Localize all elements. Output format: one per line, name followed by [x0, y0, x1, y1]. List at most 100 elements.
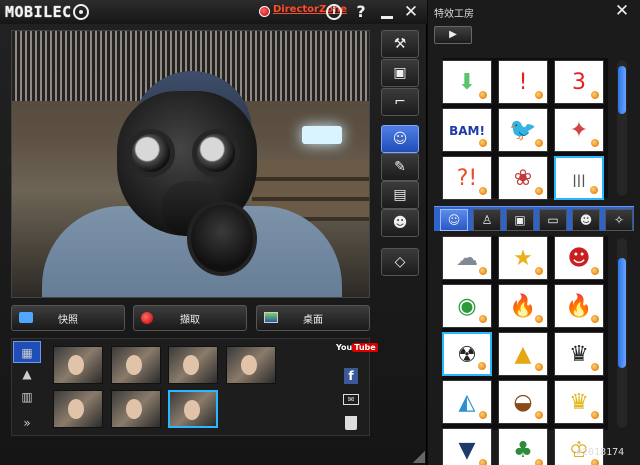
close-button[interactable]: ✕ — [402, 3, 420, 21]
effect-badge-icon — [590, 266, 600, 276]
snapshot-button[interactable]: 快照 — [11, 305, 125, 331]
effect-badge-icon — [478, 314, 488, 324]
effect-badge-icon — [478, 266, 488, 276]
youtube-share-button[interactable]: You Tube — [336, 343, 378, 352]
portrait-icon: ▲ — [22, 367, 32, 381]
question-marks-effect[interactable]: ?! — [442, 156, 492, 200]
flames-effect[interactable]: 🔥 — [554, 284, 604, 328]
resize-grip[interactable] — [413, 451, 425, 463]
effect-badge-icon — [478, 90, 488, 100]
avatar-effect-tool-button[interactable]: ☺ — [381, 125, 419, 153]
effect-category-tabs: ☺ ♙ ▣ ▭ ☻ ✧ — [434, 206, 634, 231]
effects-panel-close-button[interactable]: ✕ — [612, 0, 632, 22]
leaf-crown-effect[interactable]: ♣ — [498, 428, 548, 465]
scrollbar-thumb[interactable] — [618, 258, 626, 368]
effect-badge-icon — [478, 410, 488, 420]
cloud-effect[interactable]: ☁ — [442, 236, 492, 280]
video-filter-button[interactable]: ▥ — [13, 386, 41, 408]
gallery-thumbnail[interactable] — [168, 346, 218, 384]
effects-camera-button[interactable]: ▶ — [434, 26, 472, 44]
surveillance-tool-button[interactable]: ⌐ — [381, 88, 419, 116]
opera-house-effect[interactable]: ◭ — [442, 380, 492, 424]
info-icon[interactable]: i — [326, 4, 342, 20]
expand-icon: » — [23, 416, 31, 430]
help-button[interactable]: ? — [352, 3, 370, 21]
star-effect[interactable]: ★ — [498, 236, 548, 280]
fullscreen-tool-button[interactable]: ▣ — [381, 59, 419, 87]
background-light — [302, 126, 342, 144]
number-three-effect[interactable]: 3 — [554, 60, 604, 104]
eraser-tool-button[interactable]: ◇ — [381, 248, 419, 276]
gallery-thumbnail-selected[interactable] — [168, 390, 218, 428]
desktop-label: 桌面 — [303, 314, 323, 326]
effect-badge-icon — [477, 361, 487, 371]
sparkle-effect[interactable]: ✦ — [554, 108, 604, 152]
draw-tool-button[interactable]: ✎ — [381, 153, 419, 181]
bam-effect[interactable]: BAM! — [442, 108, 492, 152]
bird-effect[interactable]: 🐦 — [498, 108, 548, 152]
thumb-face — [126, 399, 142, 419]
portrait-filter-button[interactable]: ▲ — [13, 363, 41, 385]
mask-lens-right — [192, 129, 240, 177]
desktop-button[interactable]: 桌面 — [256, 305, 370, 331]
watermark: #2018174 — [576, 447, 625, 458]
gallery-thumbnail[interactable] — [226, 346, 276, 384]
exclamation-effect[interactable]: ! — [498, 60, 548, 104]
gallery-thumbnail[interactable] — [111, 346, 161, 384]
photos-filter-button[interactable]: ▦ — [13, 341, 41, 363]
effect-badge-icon — [478, 138, 488, 148]
camera-preview[interactable] — [11, 30, 370, 298]
effects-top-grid: ⬇! 3 BAM! 🐦 ✦?! ❀ ||| — [442, 58, 608, 200]
party-hat-effect[interactable]: ▲ — [498, 332, 548, 376]
effect-badge-icon — [590, 138, 600, 148]
emoticon-tab-icon[interactable]: ☻ — [572, 209, 600, 231]
thumb-face — [126, 355, 142, 375]
effect-badge-icon — [534, 266, 544, 276]
effect-badge-icon — [590, 458, 600, 465]
gallery-thumbnail[interactable] — [53, 346, 103, 384]
settings-tool-button[interactable]: ⚒ — [381, 30, 419, 58]
thumb-face — [183, 355, 199, 375]
effects-panel-title: 特效工房 — [434, 9, 474, 20]
effect-badge-icon — [534, 186, 544, 196]
gallery-thumbnail[interactable] — [111, 390, 161, 428]
email-share-button[interactable]: ✉ — [343, 394, 359, 405]
effects-top-scrollbar[interactable] — [617, 60, 627, 196]
camera-icon — [19, 312, 33, 323]
petals-effect[interactable]: ❀ — [498, 156, 548, 200]
expand-gallery-button[interactable]: » — [13, 412, 41, 434]
graduation-cap-effect[interactable]: ▼ — [442, 428, 492, 465]
fire-effect[interactable]: 🔥 — [498, 284, 548, 328]
effect-badge-icon — [590, 314, 600, 324]
crown-effect[interactable]: ♛ — [554, 380, 604, 424]
effect-badge-icon — [478, 458, 488, 465]
logo-text: MOBILEC — [5, 3, 72, 21]
static-lines-effect[interactable]: ||| — [554, 156, 604, 200]
police-cap-effect[interactable]: ♛ — [554, 332, 604, 376]
face-mask-tab-icon[interactable]: ☺ — [440, 209, 468, 231]
face-add-tool-button[interactable]: ☻ — [381, 209, 419, 237]
facebook-share-button[interactable]: f — [344, 368, 358, 384]
cowboy-hat-effect[interactable]: ◒ — [498, 380, 548, 424]
screen-tab-icon[interactable]: ▭ — [539, 209, 567, 231]
scrollbar-thumb[interactable] — [618, 66, 626, 114]
delete-button[interactable] — [345, 416, 357, 430]
overlay-tool-button[interactable]: ▤ — [381, 181, 419, 209]
effect-badge-icon — [534, 138, 544, 148]
photos-icon: ▦ — [21, 346, 33, 360]
effect-badge-icon — [534, 314, 544, 324]
gallery-thumbnail[interactable] — [53, 390, 103, 428]
magic-wand-tab-icon[interactable]: ✧ — [605, 209, 633, 231]
arrow-down-effect[interactable]: ⬇ — [442, 60, 492, 104]
frame-icon: ▣ — [393, 65, 407, 81]
minimize-button[interactable] — [378, 3, 396, 21]
thumb-face — [184, 400, 200, 420]
gas-mask-effect[interactable]: ☢ — [442, 332, 492, 376]
red-face-effect[interactable]: ☻ — [554, 236, 604, 280]
frame-tab-icon[interactable]: ▣ — [506, 209, 534, 231]
effects-bottom-scrollbar[interactable] — [617, 238, 627, 428]
green-eyes-effect[interactable]: ◉ — [442, 284, 492, 328]
hat-tab-icon[interactable]: ♙ — [473, 209, 501, 231]
effects-bottom-grid: ☁ ★ ☻ ◉ 🔥 🔥 ☢ ▲ ♛ ◭ ◒ ♛ ▼ ♣ ♔ — [442, 236, 608, 465]
record-button[interactable]: 擷取 — [133, 305, 247, 331]
